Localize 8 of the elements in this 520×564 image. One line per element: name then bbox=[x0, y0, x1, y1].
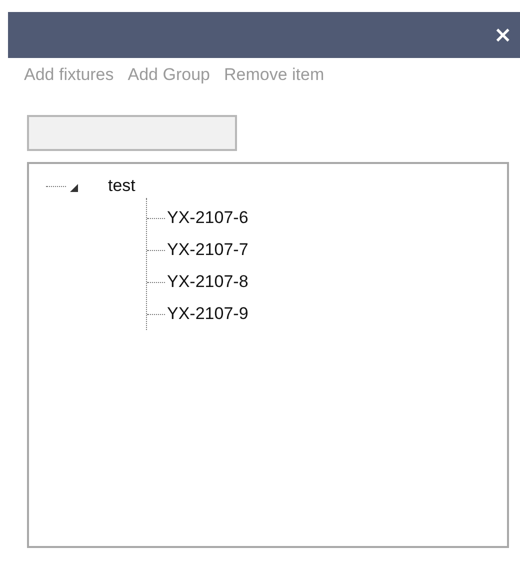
search-field[interactable] bbox=[27, 115, 237, 151]
tree-item[interactable]: test bbox=[108, 176, 136, 196]
tree-item[interactable]: YX-2107-7 bbox=[167, 240, 248, 260]
expander-icon[interactable] bbox=[70, 184, 78, 192]
tree-item[interactable]: YX-2107-6 bbox=[167, 208, 248, 228]
close-button[interactable]: × bbox=[488, 22, 518, 48]
tree-item[interactable]: YX-2107-9 bbox=[167, 304, 248, 324]
tree-item[interactable]: YX-2107-8 bbox=[167, 272, 248, 292]
